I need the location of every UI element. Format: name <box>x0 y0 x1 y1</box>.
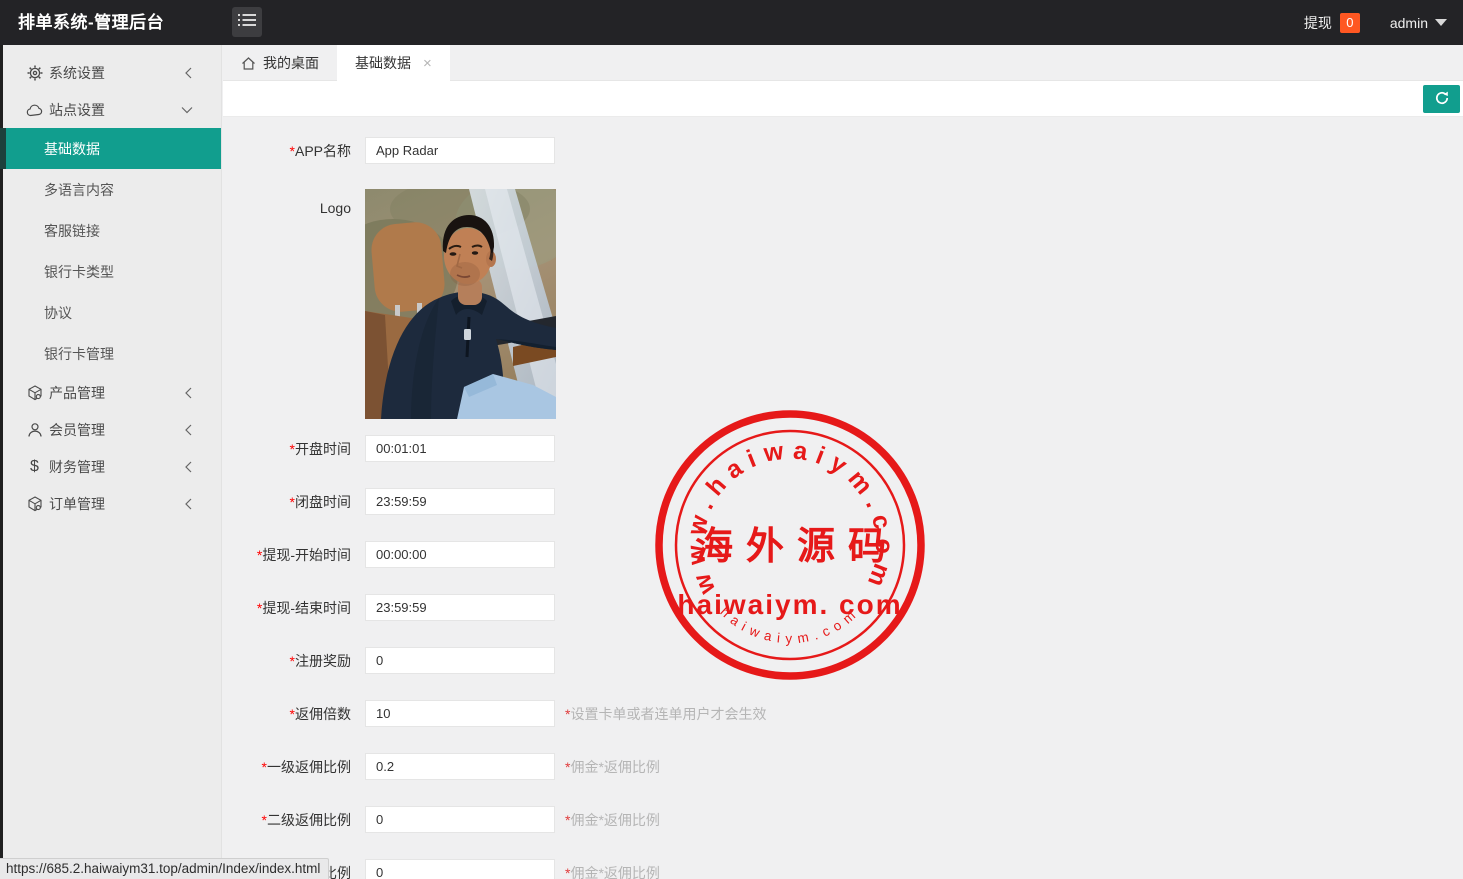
form-row-withdraw-start: *提现-开始时间 <box>222 541 555 568</box>
sidebar-accent-strip <box>0 45 3 879</box>
level2-rebate-input[interactable] <box>365 806 555 833</box>
tab-basic-data[interactable]: 基础数据 × <box>337 45 450 81</box>
close-icon[interactable]: × <box>423 56 432 71</box>
caret-down-icon <box>1435 19 1447 26</box>
sidebar-item-order-manage[interactable]: 订单管理 <box>0 485 221 522</box>
sidebar: 系统设置 站点设置 基础数据 多语言内容 客服链接 银行卡类型 协议 银行卡管理… <box>0 45 222 879</box>
link-preview-statusbar: https://685.2.haiwaiym31.top/admin/Index… <box>0 858 330 879</box>
sidebar-item-member-manage[interactable]: 会员管理 <box>0 411 221 448</box>
field-label: 注册奖励 <box>295 652 351 669</box>
sidebar-subitem-label: 协议 <box>44 304 72 321</box>
chevron-left-icon <box>184 424 193 436</box>
sidebar-item-label: 产品管理 <box>49 384 105 401</box>
hamburger-icon <box>238 13 256 32</box>
field-hint: *佣金*返佣比例 <box>565 758 660 775</box>
sidebar-subitem-service-link[interactable]: 客服链接 <box>0 210 221 251</box>
topbar: 排单系统-管理后台 提现 0 admin <box>0 0 1463 45</box>
field-label: APP名称 <box>294 142 351 159</box>
field-label: 一级返佣比例 <box>267 758 351 775</box>
sidebar-subitem-label: 基础数据 <box>44 140 100 157</box>
field-label: 提现-结束时间 <box>262 599 351 616</box>
form-row-level1-rebate: *一级返佣比例 *佣金*返佣比例 <box>222 753 660 780</box>
field-hint: *佣金*返佣比例 <box>565 864 660 879</box>
sidebar-subitem-multilanguage[interactable]: 多语言内容 <box>0 169 221 210</box>
cube-icon <box>26 495 43 512</box>
field-label: 返佣倍数 <box>295 705 351 722</box>
gear-icon <box>26 64 43 81</box>
user-icon <box>26 421 43 438</box>
user-menu[interactable]: admin <box>1390 15 1447 31</box>
sidebar-subitem-label: 银行卡类型 <box>44 263 114 280</box>
level3-rebate-input[interactable] <box>365 859 555 879</box>
field-label: Logo <box>319 200 351 216</box>
tab-label: 基础数据 <box>355 55 411 71</box>
form-row-open-time: *开盘时间 <box>222 435 555 462</box>
chevron-left-icon <box>184 461 193 473</box>
tab-label: 我的桌面 <box>263 55 319 71</box>
form-row-withdraw-end: *提现-结束时间 <box>222 594 555 621</box>
sidebar-toggle-button[interactable] <box>232 7 262 37</box>
sidebar-subitem-label: 银行卡管理 <box>44 345 114 362</box>
sidebar-item-system-settings[interactable]: 系统设置 <box>0 54 221 91</box>
field-label: 二级返佣比例 <box>267 811 351 828</box>
sidebar-subitem-bankcard-manage[interactable]: 银行卡管理 <box>0 333 221 374</box>
admin-app: 排单系统-管理后台 提现 0 admin 系统设置 站点设置 基础数据 多语言内… <box>0 0 1463 879</box>
refresh-button[interactable] <box>1423 85 1460 113</box>
sidebar-item-label: 站点设置 <box>49 101 105 118</box>
withdraw-count-badge[interactable]: 0 <box>1339 12 1360 33</box>
sidebar-item-label: 订单管理 <box>49 495 105 512</box>
field-label: 开盘时间 <box>295 440 351 457</box>
app-title: 排单系统-管理后台 <box>18 13 165 32</box>
open-time-input[interactable] <box>365 435 555 462</box>
username: admin <box>1389 14 1428 31</box>
sidebar-item-label: 会员管理 <box>49 421 105 438</box>
form-row-register-reward: *注册奖励 <box>222 647 555 674</box>
chevron-down-icon <box>181 105 193 114</box>
sidebar-item-label: 财务管理 <box>49 458 105 475</box>
field-label: 闭盘时间 <box>295 493 351 510</box>
rebate-multiple-input[interactable] <box>365 700 555 727</box>
sidebar-item-site-settings[interactable]: 站点设置 <box>0 91 221 128</box>
register-reward-input[interactable] <box>365 647 555 674</box>
topbar-right-cluster: 提现 0 admin <box>1304 0 1447 45</box>
sidebar-item-product-manage[interactable]: 产品管理 <box>0 374 221 411</box>
sidebar-subitem-agreement[interactable]: 协议 <box>0 292 221 333</box>
logo-image-preview[interactable] <box>365 189 556 419</box>
refresh-icon <box>1434 90 1450 109</box>
content-toolbar <box>223 81 1463 117</box>
withdraw-start-input[interactable] <box>365 541 555 568</box>
level1-rebate-input[interactable] <box>365 753 555 780</box>
sidebar-subitem-bankcard-type[interactable]: 银行卡类型 <box>0 251 221 292</box>
sidebar-item-finance-manage[interactable]: $ 财务管理 <box>0 448 221 485</box>
chevron-left-icon <box>184 67 193 79</box>
form-row-app-name: *APP名称 <box>222 137 555 164</box>
withdraw-link[interactable]: 提现 <box>1304 13 1332 33</box>
close-time-input[interactable] <box>365 488 555 515</box>
tab-my-desktop[interactable]: 我的桌面 <box>223 45 337 81</box>
chevron-left-icon <box>184 387 193 399</box>
field-hint: *设置卡单或者连单用户才会生效 <box>565 705 767 722</box>
app-name-input[interactable] <box>365 137 555 164</box>
field-label: 提现-开始时间 <box>262 546 351 563</box>
site-icon <box>26 101 43 118</box>
dollar-icon: $ <box>30 457 39 475</box>
form-row-rebate-multiple: *返佣倍数 *设置卡单或者连单用户才会生效 <box>222 700 766 727</box>
sidebar-item-label: 系统设置 <box>49 64 105 81</box>
chevron-left-icon <box>184 498 193 510</box>
home-icon <box>241 56 256 71</box>
tab-bar: 我的桌面 基础数据 × <box>223 45 1463 81</box>
sidebar-subitem-basic-data[interactable]: 基础数据 <box>0 128 221 169</box>
sidebar-subitem-label: 客服链接 <box>44 222 100 239</box>
basic-data-form: *APP名称 Logo <box>222 117 1463 879</box>
withdraw-end-input[interactable] <box>365 594 555 621</box>
sidebar-subitem-label: 多语言内容 <box>44 181 114 198</box>
cube-icon <box>26 384 43 401</box>
form-row-level2-rebate: *二级返佣比例 *佣金*返佣比例 <box>222 806 660 833</box>
field-hint: *佣金*返佣比例 <box>565 811 660 828</box>
form-row-close-time: *闭盘时间 <box>222 488 555 515</box>
